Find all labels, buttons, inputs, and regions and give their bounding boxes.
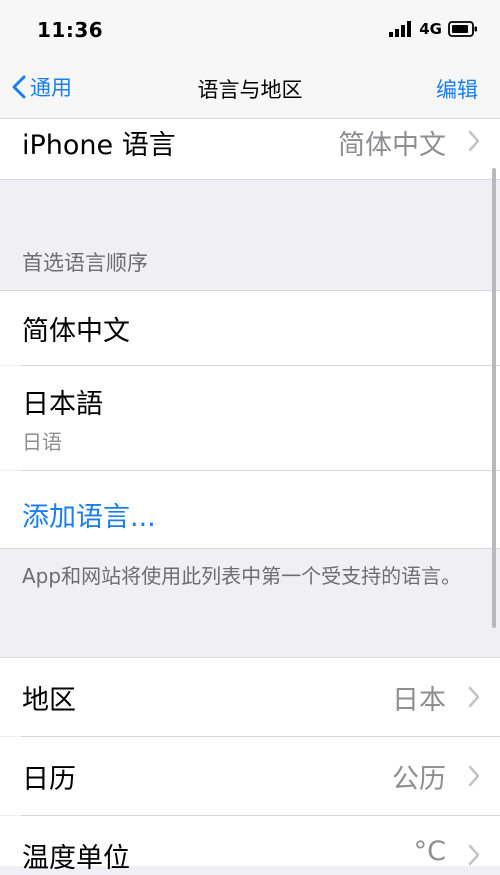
chevron-right-icon [468,844,480,866]
preferred-language-header: 首选语言顺序 [22,251,148,275]
language-name: 日本語 [22,389,103,420]
network-type: 4G [419,20,442,38]
temperature-unit-value: °C [413,836,446,867]
chevron-right-icon [468,765,480,787]
page-title: 语言与地区 [197,78,303,102]
calendar-value: 公历 [392,764,446,795]
language-footer-note: App和网站将使用此列表中第一个受支持的语言。 [22,564,462,588]
status-indicators: 4G [389,20,478,38]
temperature-unit-label: 温度单位 [22,843,130,874]
signal-icon [389,21,412,37]
status-time: 11:36 [37,18,104,42]
calendar-label: 日历 [22,764,76,795]
region-value: 日本 [392,685,446,716]
iphone-language-row[interactable]: iPhone 语言 简体中文 [0,119,500,179]
divider [0,179,500,180]
language-item-simplified-chinese[interactable]: 简体中文 [0,291,500,365]
language-native-name: 日语 [22,430,62,454]
iphone-language-label: iPhone 语言 [22,130,176,161]
add-language-button[interactable]: 添加语言... [22,495,156,534]
navigation-bar: 通用 语言与地区 编辑 [0,58,500,119]
edit-button[interactable]: 编辑 [436,74,478,104]
battery-icon [448,21,477,37]
language-item-japanese[interactable]: 日本語 日语 [0,366,500,470]
calendar-row[interactable]: 日历 公历 [0,737,500,815]
language-name: 简体中文 [22,316,130,347]
iphone-language-value: 简体中文 [338,130,446,161]
status-bar: 11:36 4G [0,0,500,58]
chevron-right-icon [468,130,480,152]
temperature-unit-row[interactable]: 温度单位 °C [0,816,500,874]
chevron-right-icon [468,686,480,708]
scroll-indicator[interactable] [492,168,496,628]
add-language-row[interactable]: 添加语言... [0,471,500,548]
region-label: 地区 [22,685,76,716]
divider [0,548,500,549]
region-row[interactable]: 地区 日本 [0,658,500,736]
